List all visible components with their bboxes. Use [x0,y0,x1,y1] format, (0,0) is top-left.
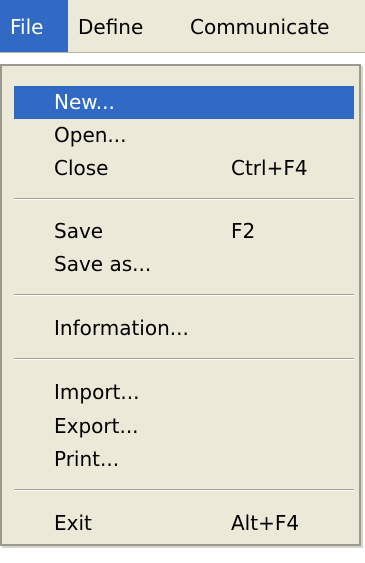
menu-item-label: Print... [54,447,120,471]
menu-item-label: Export... [54,414,139,438]
menu-item-shortcut: Ctrl+F4 [231,156,308,180]
menu-item-close[interactable]: Close Ctrl+F4 [14,152,354,185]
menu-define[interactable]: Define [78,0,143,52]
menu-item-label: Information... [54,316,189,340]
menu-separator [14,358,354,360]
menu-item-print[interactable]: Print... [14,443,354,476]
file-dropdown-menu: New... Open... Close Ctrl+F4 Save F2 Sav… [0,64,361,546]
menu-item-label: Open... [54,123,127,147]
menu-item-label: Close [54,156,109,180]
menu-item-new[interactable]: New... [14,86,354,119]
menu-item-label: Save as... [54,252,152,276]
menu-item-information[interactable]: Information... [14,312,354,345]
menu-bar: File Define Communicate [0,0,365,53]
menu-item-export[interactable]: Export... [14,410,354,443]
menu-item-shortcut: Alt+F4 [231,511,300,535]
menu-separator [14,198,354,200]
menu-separator [14,489,354,491]
menu-item-open[interactable]: Open... [14,119,354,152]
menu-item-exit[interactable]: Exit Alt+F4 [14,507,354,540]
menu-item-save-as[interactable]: Save as... [14,248,354,281]
menu-communicate[interactable]: Communicate [190,0,329,52]
menu-item-import[interactable]: Import... [14,376,354,409]
menu-item-label: Exit [54,511,92,535]
menu-file[interactable]: File [0,0,68,52]
menu-item-save[interactable]: Save F2 [14,215,354,248]
menu-item-shortcut: F2 [231,219,256,243]
menu-item-label: Import... [54,380,140,404]
menu-item-label: New... [54,90,115,114]
menu-item-label: Save [54,219,104,243]
menu-separator [14,294,354,296]
